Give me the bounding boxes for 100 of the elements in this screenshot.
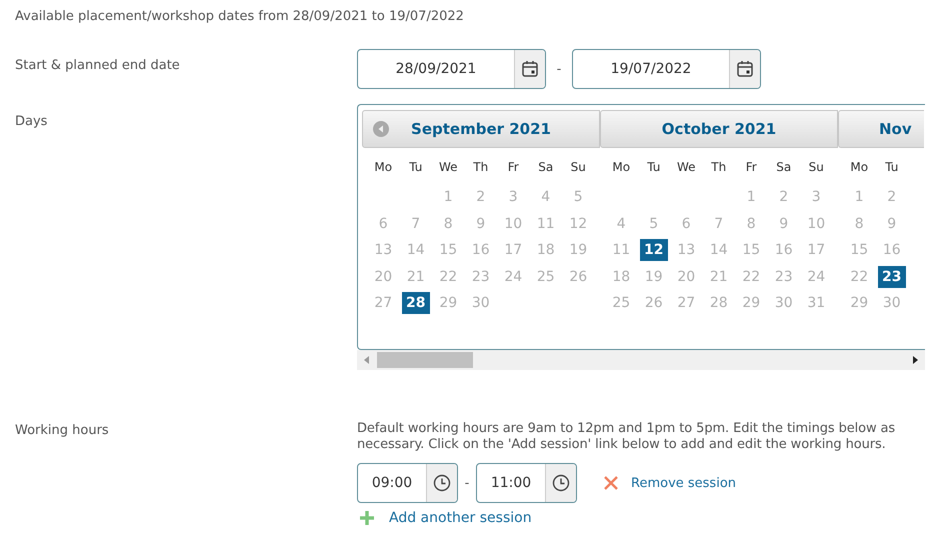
clock-icon[interactable] xyxy=(545,464,576,502)
calendar-day[interactable]: 23 xyxy=(770,266,798,288)
calendar-day[interactable]: 31 xyxy=(802,292,830,314)
calendar-day[interactable]: 17 xyxy=(802,239,830,261)
calendar-day[interactable]: 1 xyxy=(434,186,462,208)
calendar-day[interactable]: 22 xyxy=(737,266,766,288)
calendar-day[interactable]: 19 xyxy=(564,239,592,261)
month-header: September 2021 xyxy=(362,110,600,148)
calendar-day[interactable]: 3 xyxy=(802,186,830,208)
separator: - xyxy=(556,62,562,76)
calendar-day[interactable]: 2 xyxy=(878,186,906,208)
calendar-day[interactable]: 16 xyxy=(466,239,495,261)
calendar-day[interactable]: 28 xyxy=(402,292,430,314)
calendar-day[interactable]: 13 xyxy=(672,239,700,261)
calendar-day[interactable]: 6 xyxy=(369,212,398,234)
calendar-day[interactable]: 5 xyxy=(640,212,668,234)
calendar-day[interactable]: 29 xyxy=(434,292,462,314)
calendar-day[interactable]: 7 xyxy=(402,212,430,234)
calendar-day[interactable]: 2 xyxy=(466,186,495,208)
date-field[interactable]: 28/09/2021 xyxy=(357,49,546,89)
calendar-day[interactable]: 15 xyxy=(737,239,766,261)
calendar-day[interactable]: 3 xyxy=(499,186,528,208)
field-label: Start & planned end date xyxy=(15,57,181,75)
calendar-day[interactable]: 1 xyxy=(845,186,874,208)
calendar-day[interactable]: 20 xyxy=(369,266,398,288)
calendar-day[interactable]: 22 xyxy=(434,266,462,288)
plus-icon[interactable] xyxy=(359,510,375,526)
calendar-day[interactable]: 6 xyxy=(672,212,700,234)
calendar-day[interactable]: 8 xyxy=(434,212,462,234)
calendar-day[interactable]: 1 xyxy=(737,186,766,208)
calendar-day[interactable]: 2 xyxy=(770,186,798,208)
weekday-label: Su xyxy=(808,159,825,176)
calendar-icon[interactable] xyxy=(514,50,545,88)
calendar-day[interactable]: 22 xyxy=(845,266,874,288)
calendar-day[interactable]: 18 xyxy=(607,266,636,288)
calendar-day[interactable]: 5 xyxy=(564,186,592,208)
calendar-day[interactable]: 4 xyxy=(532,186,560,208)
scroll-right-icon[interactable] xyxy=(911,355,919,365)
weekday-label: Tu xyxy=(408,159,424,176)
calendar-day[interactable]: 29 xyxy=(737,292,766,314)
clock-icon[interactable] xyxy=(426,464,457,502)
calendar-day[interactable]: 11 xyxy=(532,212,560,234)
calendar-day[interactable]: 29 xyxy=(845,292,874,314)
calendar-day[interactable]: 23 xyxy=(466,266,495,288)
calendar-day[interactable]: 25 xyxy=(532,266,560,288)
calendar-day[interactable]: 16 xyxy=(770,239,798,261)
calendar-day[interactable]: 24 xyxy=(499,266,528,288)
scroll-left-icon[interactable] xyxy=(363,355,371,365)
calendar-day[interactable]: 27 xyxy=(672,292,700,314)
calendar-day[interactable]: 26 xyxy=(640,292,668,314)
calendar-day[interactable]: 12 xyxy=(564,212,592,234)
calendar-day[interactable]: 23 xyxy=(878,266,906,288)
scrollbar-thumb[interactable] xyxy=(377,352,473,368)
weekday-label: We xyxy=(438,159,459,176)
time-field[interactable]: 09:00 xyxy=(357,463,458,503)
weekday-label: Fr xyxy=(506,159,520,176)
calendar-day[interactable]: 18 xyxy=(532,239,560,261)
remove-session-link[interactable]: Remove session xyxy=(631,476,736,490)
calendar-day[interactable]: 28 xyxy=(704,292,733,314)
calendar-icon[interactable] xyxy=(729,50,760,88)
calendar-day[interactable]: 7 xyxy=(704,212,733,234)
calendar-day[interactable]: 10 xyxy=(802,212,830,234)
scrollbar[interactable] xyxy=(357,350,925,370)
weekday-label: Th xyxy=(472,159,490,176)
calendar-day[interactable]: 26 xyxy=(564,266,592,288)
previous-icon[interactable] xyxy=(373,121,389,137)
calendar-day[interactable]: 20 xyxy=(672,266,700,288)
add-session-link[interactable]: Add another session xyxy=(389,510,532,526)
calendar-day[interactable]: 30 xyxy=(770,292,798,314)
calendar-day[interactable]: 9 xyxy=(466,212,495,234)
calendar-day[interactable]: 21 xyxy=(704,266,733,288)
field-label: Working hours xyxy=(15,422,110,440)
calendar-day[interactable]: 12 xyxy=(640,239,668,261)
calendar-day[interactable]: 14 xyxy=(402,239,430,261)
calendar-day[interactable]: 11 xyxy=(607,239,636,261)
close-icon[interactable] xyxy=(603,475,619,491)
calendar-day[interactable]: 17 xyxy=(499,239,528,261)
calendar-day[interactable]: 30 xyxy=(878,292,906,314)
calendar-day[interactable]: 27 xyxy=(369,292,398,314)
calendar-day[interactable]: 30 xyxy=(466,292,495,314)
calendar-day[interactable]: 13 xyxy=(369,239,398,261)
time-field[interactable]: 11:00 xyxy=(476,463,577,503)
calendar-day[interactable]: 16 xyxy=(878,239,906,261)
calendar-day[interactable]: 21 xyxy=(402,266,430,288)
weekday-label: Sa xyxy=(537,159,554,176)
calendar-day[interactable]: 19 xyxy=(640,266,668,288)
calendar-day[interactable]: 14 xyxy=(704,239,733,261)
date-field[interactable]: 19/07/2022 xyxy=(572,49,761,89)
calendar-day[interactable]: 8 xyxy=(845,212,874,234)
weekday-label: Th xyxy=(710,159,728,176)
calendar-day[interactable]: 10 xyxy=(499,212,528,234)
calendar-day[interactable]: 15 xyxy=(845,239,874,261)
calendar-day[interactable]: 9 xyxy=(770,212,798,234)
calendar-day[interactable]: 24 xyxy=(802,266,830,288)
calendar-day[interactable]: 8 xyxy=(737,212,766,234)
calendar-day[interactable]: 4 xyxy=(607,212,636,234)
weekday-label: Su xyxy=(570,159,587,176)
calendar-day[interactable]: 9 xyxy=(878,212,906,234)
calendar-day[interactable]: 25 xyxy=(607,292,636,314)
calendar-day[interactable]: 15 xyxy=(434,239,462,261)
